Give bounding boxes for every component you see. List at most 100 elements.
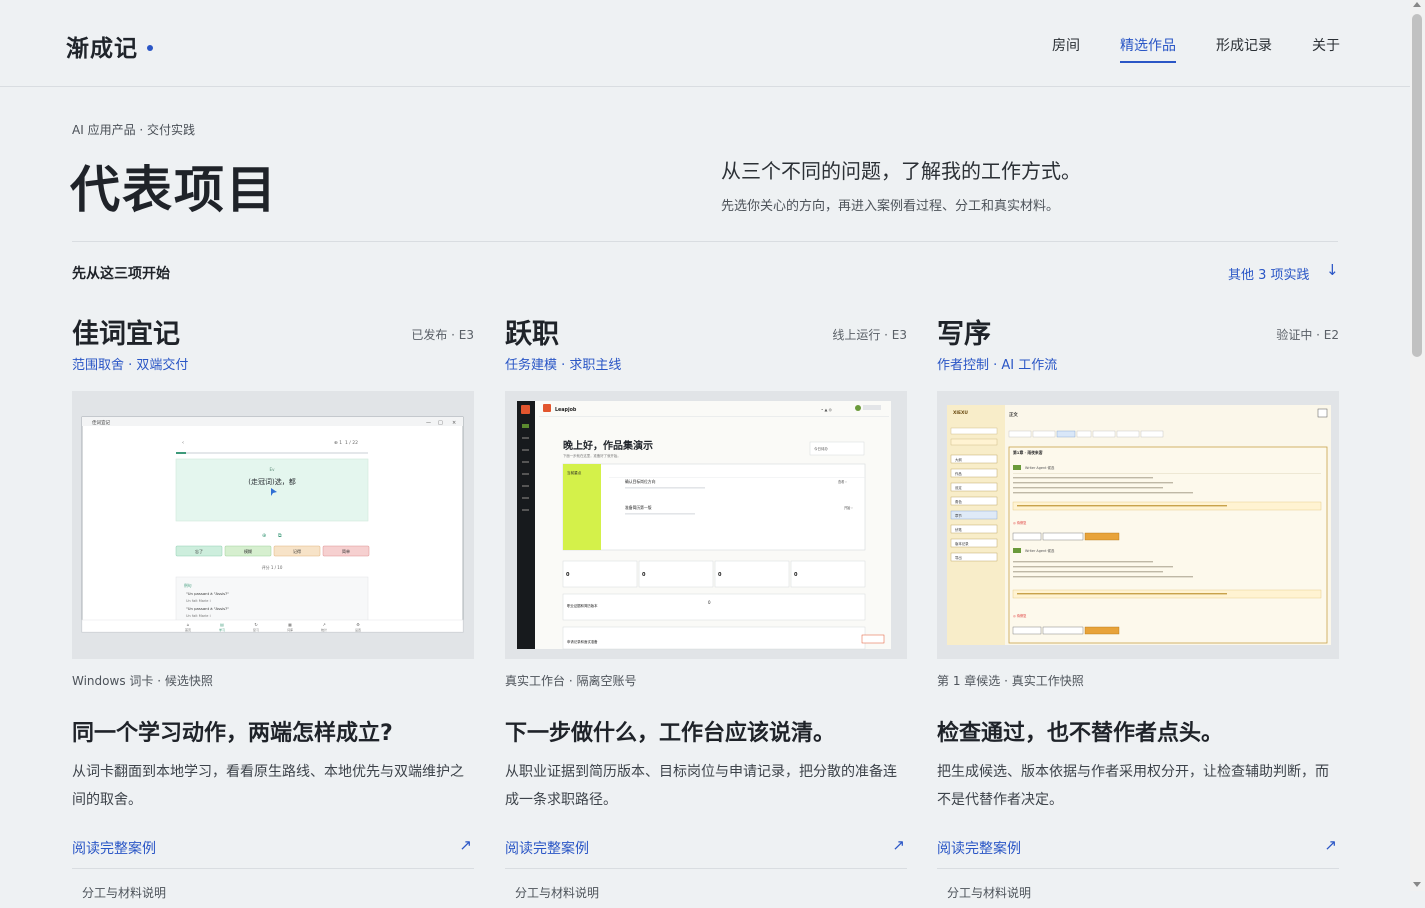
svg-text:▦: ▦ (288, 622, 292, 627)
card-tags: 范围取舍 · 双端交付 (72, 358, 189, 373)
scroll-down-icon[interactable] (1413, 882, 1421, 887)
xiexu-screenshot: XIEXU 大纲 作品 设定 角色 章节 伏笔 版本记录 导出 正文 第1章 ·… (937, 391, 1339, 659)
card-title[interactable]: 佳词宜记 (72, 312, 180, 351)
arrow-down-icon[interactable]: ↓ (1326, 261, 1339, 279)
nav-item-about[interactable]: 关于 (1312, 35, 1340, 55)
shot-tab-settings: 设置 (355, 627, 361, 632)
shot-sub: 下面一步就在这里，准备好了就开始。 (563, 453, 621, 458)
scrollbar-thumb[interactable] (1412, 14, 1422, 357)
shot-app-name: XIEXU (953, 410, 968, 416)
card-divider (72, 868, 474, 869)
svg-text:□: □ (438, 420, 443, 426)
shot-side-3: 设定 (955, 485, 962, 490)
nav-item-records[interactable]: 形成记录 (1216, 35, 1272, 55)
shot-side-6: 伏笔 (955, 527, 962, 532)
read-case-link[interactable]: 阅读完整案例 (937, 838, 1021, 858)
external-arrow-icon[interactable]: ↗ (1324, 836, 1337, 854)
read-case-link[interactable]: 阅读完整案例 (72, 838, 156, 858)
nav-item-featured[interactable]: 精选作品 (1120, 35, 1176, 63)
shot-side-1: 大纲 (955, 457, 962, 462)
svg-text:×: × (452, 420, 456, 426)
svg-text:• ▲ ◎: • ▲ ◎ (821, 407, 833, 412)
project-screenshot[interactable]: 佳词宜记 — □ × ‹ ⊕ 1 1 / 22 Ev (走冠词)选，都 ⊕ ⧉ … (72, 391, 474, 659)
card-next-item[interactable]: 分工与材料说明 (82, 884, 166, 901)
hero-sublead: 先选你关心的方向，再进入案例看过程、分工和真实材料。 (721, 199, 1060, 214)
svg-text:⧉: ⧉ (278, 533, 282, 539)
card-next-item[interactable]: 分工与材料说明 (947, 884, 1031, 901)
card-description: 从职业证据到简历版本、目标岗位与申请记录，把分散的准备连成一条求职路径。 (505, 764, 897, 808)
project-screenshot[interactable]: Leapjob • ▲ ◎ 晚上好，作品集演示 下面一步就在这里，准备好了就开始… (505, 391, 907, 659)
external-arrow-icon[interactable]: ↗ (892, 836, 905, 854)
svg-text:↗: ↗ (322, 622, 325, 627)
shot-bottom-title: 申请记录和面试准备 (567, 639, 598, 644)
card-next-item[interactable]: 分工与材料说明 (515, 884, 599, 901)
shot-stat-4: 0 (794, 572, 798, 578)
screenshot-caption: 第 1 章候选 · 真实工作快照 (937, 674, 1084, 688)
shot-stat-3: 0 (718, 572, 722, 578)
svg-text:开始 ›: 开始 › (844, 505, 853, 510)
scroll-up-icon[interactable] (1413, 2, 1421, 7)
shot-stat-1: 0 (566, 572, 570, 578)
shot-tab-stats: 统计 (321, 627, 327, 632)
shot-tab-learn: 学习 (219, 627, 225, 632)
screenshot-caption: 真实工作台 · 隔离空账号 (505, 674, 637, 688)
shot-example-1: "Un passant à "Assis?" (186, 591, 229, 596)
project-card-yuezhi: 跃职 线上运行 · E3 任务建模 · 求职主线 Leapjob • ▲ ◎ 晚… (505, 308, 907, 908)
card-divider (937, 868, 1339, 869)
shot-btn-fuzzy: 模糊 (244, 548, 252, 554)
logo-text[interactable]: 渐成记 (66, 36, 138, 62)
site-logo[interactable]: 渐成记 (66, 29, 153, 63)
card-status: 线上运行 · E3 (832, 328, 907, 342)
shot-agent-1: Writer Agent 候选 (1025, 465, 1055, 470)
shot-task-2: 准备简历第一版 (625, 505, 652, 510)
read-case-link[interactable]: 阅读完整案例 (505, 838, 589, 858)
project-screenshot[interactable]: XIEXU 大纲 作品 设定 角色 章节 伏笔 版本记录 导出 正文 第1章 ·… (937, 391, 1339, 659)
shot-status: 评分 1 / 10 (262, 564, 283, 570)
svg-text:↻: ↻ (254, 622, 257, 627)
shot-tab-words: 词库 (287, 627, 293, 632)
other-projects-link[interactable]: 其他 3 项实践 (1228, 264, 1310, 283)
project-card-xiexu: 写序 验证中 · E2 作者控制 · AI 工作流 XIEXU 大纲 作品 设定… (937, 308, 1339, 908)
svg-text:⊕ 1: ⊕ 1 (334, 440, 342, 446)
shot-side-2: 作品 (955, 471, 962, 476)
shot-side-8: 导出 (955, 555, 962, 560)
card-title[interactable]: 写序 (937, 312, 991, 351)
shot-example-4: Un fait Marie i (186, 614, 211, 618)
jiaci-screenshot: 佳词宜记 — □ × ‹ ⊕ 1 1 / 22 Ev (走冠词)选，都 ⊕ ⧉ … (72, 391, 474, 659)
section-title: 先从这三项开始 (72, 266, 170, 282)
svg-text:‹: ‹ (182, 440, 184, 446)
page-title: 代表项目 (70, 161, 278, 219)
shot-btn-easy: 简单 (342, 548, 350, 554)
nav-item-rooms[interactable]: 房间 (1052, 35, 1080, 55)
shot-tab-home: 首页 (185, 627, 191, 632)
svg-text:⊕: ⊕ (262, 533, 266, 539)
card-title[interactable]: 跃职 (505, 312, 559, 351)
shot-side-5: 章节 (955, 513, 962, 518)
card-status: 验证中 · E2 (1276, 328, 1339, 342)
shot-side-4: 角色 (955, 499, 962, 504)
shot-focus-label: 当前重点 (567, 470, 582, 475)
shot-agent-2: Writer Agent 候选 (1025, 548, 1055, 553)
shot-btn-forget: 忘了 (195, 548, 203, 554)
divider (72, 241, 1338, 242)
external-arrow-icon[interactable]: ↗ (459, 836, 472, 854)
site-header: 渐成记 房间 精选作品 形成记录 关于 (0, 0, 1410, 87)
shot-example-2: Un fait Marie i (186, 599, 211, 603)
card-question: 检查通过，也不替作者点头。 (937, 721, 1224, 746)
shot-panel-title: 职业证据和简历版本 (567, 603, 598, 608)
card-status: 已发布 · E3 (411, 328, 474, 342)
shot-side-7: 版本记录 (955, 541, 969, 546)
svg-text:◎ 待修复: ◎ 待修复 (1013, 520, 1027, 525)
svg-text:⚙: ⚙ (356, 622, 360, 627)
svg-text:查看 ›: 查看 › (838, 479, 847, 484)
card-description: 把生成候选、版本依据与作者采用权分开，让检查辅助判断，而不是代替作者决定。 (937, 764, 1329, 808)
yuezhi-screenshot: Leapjob • ▲ ◎ 晚上好，作品集演示 下面一步就在这里，准备好了就开始… (505, 391, 907, 659)
shot-card-word: (走冠词)选，都 (248, 477, 295, 486)
card-question: 同一个学习动作，两端怎样成立? (72, 721, 393, 746)
card-question: 下一步做什么，工作台应该说清。 (505, 721, 836, 746)
shot-card-hint: Ev (270, 467, 276, 472)
shot-stat-2: 0 (642, 572, 646, 578)
project-card-jiaci: 佳词宜记 已发布 · E3 范围取舍 · 双端交付 佳词宜记 — □ × ‹ ⊕… (72, 308, 474, 908)
svg-text:⌂: ⌂ (187, 622, 190, 627)
shot-tab-review: 复习 (253, 627, 259, 632)
